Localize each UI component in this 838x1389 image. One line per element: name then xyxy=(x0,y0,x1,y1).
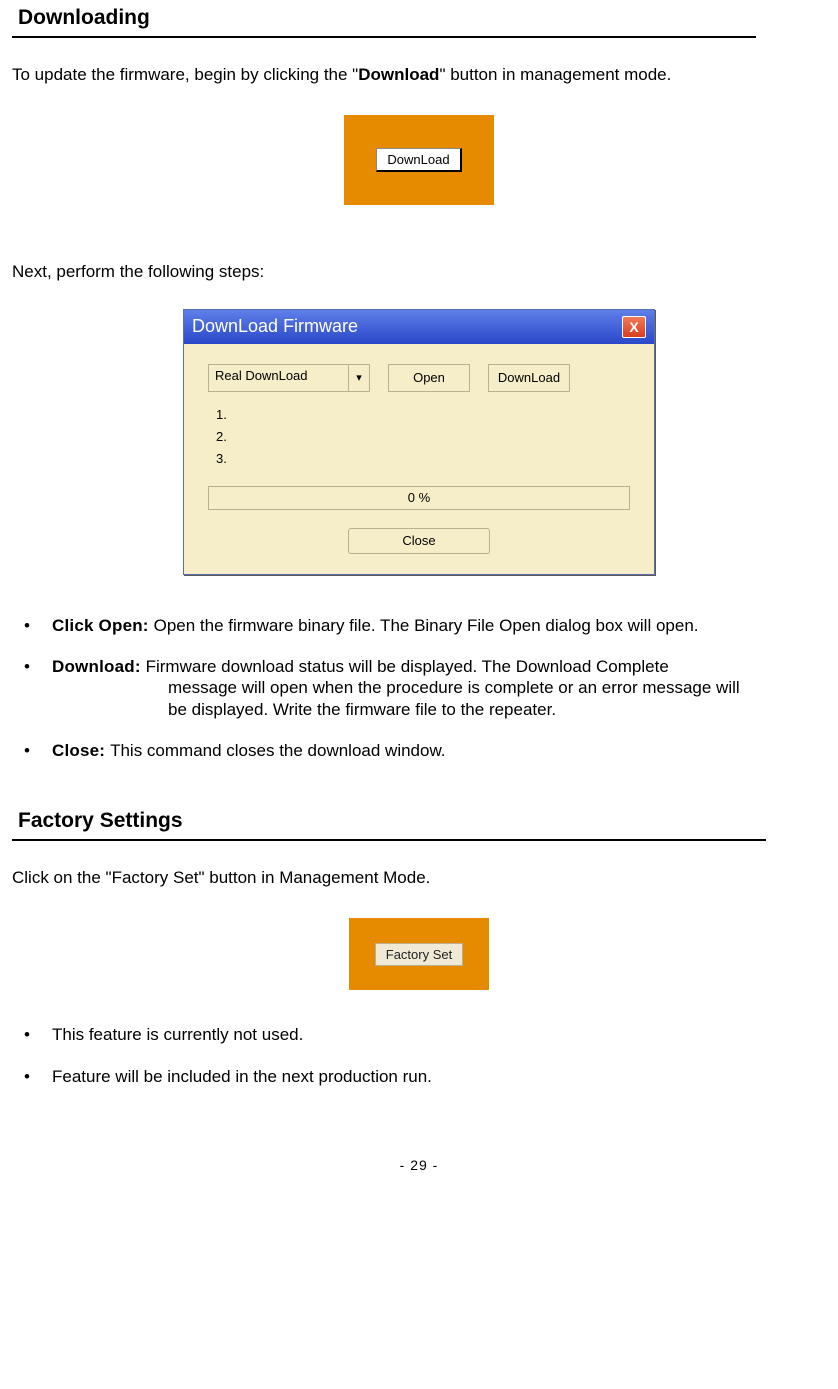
factory-button-preview-block: Factory Set xyxy=(349,918,489,990)
term-click-open: Click Open: xyxy=(52,616,154,635)
b2-line1: Firmware download status will be display… xyxy=(146,657,669,676)
section-title-downloading: Downloading xyxy=(12,2,826,36)
note1: This feature is currently not used. xyxy=(52,1025,303,1044)
term-download: Download: xyxy=(52,657,146,676)
section-title-factory-settings: Factory Settings xyxy=(12,805,826,839)
dialog-titlebar: DownLoad Firmware X xyxy=(184,310,654,344)
download-firmware-dialog: DownLoad Firmware X Real DownLoad ▾ Open… xyxy=(183,309,655,575)
list-item: 3. xyxy=(216,448,630,470)
download-mode-combo[interactable]: Real DownLoad ▾ xyxy=(208,364,370,392)
download-action-button[interactable]: DownLoad xyxy=(488,364,570,392)
list-item: Close: This command closes the download … xyxy=(12,740,826,761)
open-button[interactable]: Open xyxy=(388,364,470,392)
list-item: 1. xyxy=(216,404,630,426)
page-number: - 29 - xyxy=(12,1157,826,1173)
section-rule xyxy=(12,839,766,841)
close-button[interactable]: Close xyxy=(348,528,490,554)
b3-rest: This command closes the download window. xyxy=(110,741,445,760)
factory-intro: Click on the "Factory Set" button in Man… xyxy=(12,867,826,888)
intro-paragraph: To update the firmware, begin by clickin… xyxy=(12,64,826,85)
download-button[interactable]: DownLoad xyxy=(376,148,461,172)
dialog-close-x[interactable]: X xyxy=(622,316,646,338)
chevron-down-icon[interactable]: ▾ xyxy=(348,365,369,391)
section-rule xyxy=(12,36,756,38)
list-item: Click Open: Open the firmware binary fil… xyxy=(12,615,826,636)
list-item: 2. xyxy=(216,426,630,448)
download-steps-list: Click Open: Open the firmware binary fil… xyxy=(12,615,826,761)
intro-pre: To update the firmware, begin by clickin… xyxy=(12,65,358,84)
list-item: Download: Firmware download status will … xyxy=(12,656,826,720)
file-list: 1. 2. 3. xyxy=(216,404,630,470)
b2-line3: be displayed. Write the firmware file to… xyxy=(52,699,826,720)
dialog-title-text: DownLoad Firmware xyxy=(192,316,358,337)
list-item: Feature will be included in the next pro… xyxy=(12,1066,826,1087)
b1-rest: firmware binary file. The Binary File Op… xyxy=(228,616,698,635)
factory-set-button[interactable]: Factory Set xyxy=(375,943,463,966)
b1-lead: Open the xyxy=(154,616,229,635)
intro-post: " button in management mode. xyxy=(439,65,671,84)
next-steps-paragraph: Next, perform the following steps: xyxy=(12,261,826,282)
b2-line2: message will open when the procedure is … xyxy=(52,677,826,698)
intro-bold: Download xyxy=(358,65,439,84)
progress-bar: 0 % xyxy=(208,486,630,510)
list-item: This feature is currently not used. xyxy=(12,1024,826,1045)
note2: Feature will be included in the next pro… xyxy=(52,1067,432,1086)
term-close: Close: xyxy=(52,741,110,760)
factory-notes-list: This feature is currently not used. Feat… xyxy=(12,1024,826,1087)
combo-value: Real DownLoad xyxy=(209,365,348,391)
download-button-preview-block: DownLoad xyxy=(344,115,494,205)
